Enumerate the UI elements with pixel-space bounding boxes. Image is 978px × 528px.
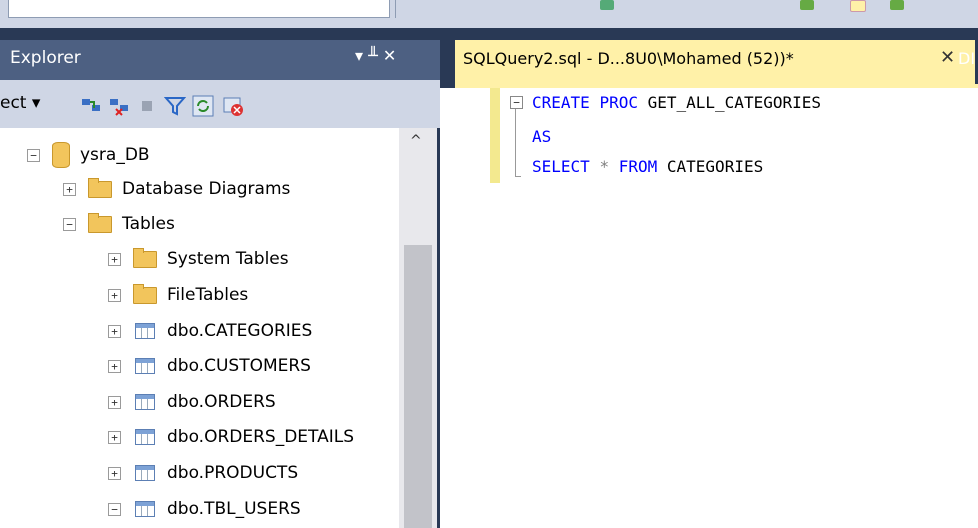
- code-line-3[interactable]: SELECT * FROM CATEGORIES: [532, 157, 763, 176]
- toolbar-icon[interactable]: [850, 0, 866, 12]
- tree-node-database[interactable]: − ysra_DB: [27, 140, 150, 170]
- expand-icon[interactable]: +: [108, 430, 121, 444]
- tree-node-label: dbo.CUSTOMERS: [167, 356, 311, 376]
- code-keyword: AS: [532, 127, 552, 146]
- tree-node-filetables[interactable]: + FileTables: [108, 280, 248, 310]
- tab-label: SQLQuery2.sql - D...8U0\Mohamed (52))*: [463, 49, 794, 68]
- toolbar-icon[interactable]: [800, 0, 814, 10]
- folder-icon: [88, 212, 112, 233]
- pane-controls-icon[interactable]: ▾ ╨ ✕: [355, 46, 396, 65]
- toolbar-separator: [395, 0, 396, 18]
- collapse-icon[interactable]: −: [27, 148, 40, 162]
- tree-node-label: ysra_DB: [80, 145, 150, 165]
- table-icon: [135, 429, 155, 445]
- code-operator: *: [599, 157, 610, 176]
- connect-dropdown[interactable]: ect ▾: [0, 93, 40, 113]
- object-explorer-tree: − ysra_DB + Database Diagrams − Tables +…: [0, 128, 437, 528]
- activity-monitor-icon[interactable]: [222, 95, 244, 117]
- table-icon: [135, 465, 155, 481]
- tree-node-label: dbo.CATEGORIES: [167, 321, 313, 341]
- expand-icon[interactable]: +: [108, 466, 121, 480]
- object-explorer-title: Explorer: [10, 48, 81, 68]
- tree-node-table-orders[interactable]: + dbo.ORDERS: [108, 387, 276, 417]
- collapse-icon[interactable]: −: [63, 217, 76, 231]
- object-explorer-toolbar: ect ▾: [0, 80, 440, 128]
- stop-icon[interactable]: [136, 95, 158, 117]
- code-identifier: CATEGORIES: [666, 157, 764, 176]
- tree-node-table-tbl-users[interactable]: − dbo.TBL_USERS: [108, 494, 301, 524]
- folder-icon: [133, 247, 157, 268]
- tree-node-system-tables[interactable]: + System Tables: [108, 244, 289, 274]
- code-keyword: PROC: [599, 93, 638, 112]
- tree-node-label: dbo.ORDERS: [167, 392, 276, 412]
- main-toolbar: [0, 0, 978, 28]
- object-explorer-title-bar: Explorer ▾ ╨ ✕: [0, 40, 440, 80]
- tab-sqlquery2[interactable]: SQLQuery2.sql - D...8U0\Mohamed (52))* ✕: [455, 40, 975, 84]
- close-icon[interactable]: ✕: [940, 47, 955, 68]
- tree-node-table-categories[interactable]: + dbo.CATEGORIES: [108, 316, 312, 346]
- table-icon: [135, 323, 155, 339]
- tree-node-label: FileTables: [167, 285, 249, 305]
- table-icon: [135, 358, 155, 374]
- tree-node-label: dbo.ORDERS_DETAILS: [167, 427, 355, 447]
- tree-node-table-customers[interactable]: + dbo.CUSTOMERS: [108, 351, 311, 381]
- change-margin: [490, 88, 500, 183]
- scroll-up-icon[interactable]: ^: [410, 133, 422, 149]
- tree-node-label: Tables: [122, 214, 175, 234]
- scrollbar-thumb[interactable]: [404, 245, 432, 528]
- database-icon: [52, 142, 70, 168]
- table-icon: [135, 501, 155, 517]
- expand-icon[interactable]: +: [108, 359, 121, 373]
- refresh-icon[interactable]: [192, 95, 214, 117]
- code-keyword: SELECT: [532, 157, 590, 176]
- toolbar-combo[interactable]: [8, 0, 390, 18]
- expand-icon[interactable]: +: [108, 252, 121, 266]
- expand-icon[interactable]: +: [108, 288, 121, 302]
- expand-icon[interactable]: +: [63, 182, 76, 196]
- code-keyword: CREATE: [532, 93, 590, 112]
- code-line-1[interactable]: CREATE PROC GET_ALL_CATEGORIES: [532, 93, 821, 112]
- toolbar-icon[interactable]: [890, 0, 904, 10]
- connect-icon[interactable]: [80, 95, 102, 117]
- code-identifier: GET_ALL_CATEGORIES: [647, 93, 821, 112]
- tree-node-tables[interactable]: − Tables: [63, 209, 175, 239]
- tree-node-label: System Tables: [167, 249, 289, 269]
- folder-icon: [88, 177, 112, 198]
- tree-node-table-products[interactable]: + dbo.PRODUCTS: [108, 458, 298, 488]
- tree-node-database-diagrams[interactable]: + Database Diagrams: [63, 174, 290, 204]
- collapse-icon[interactable]: −: [510, 96, 523, 109]
- collapse-icon[interactable]: −: [108, 502, 121, 516]
- expand-icon[interactable]: +: [108, 395, 121, 409]
- tree-node-label: dbo.TBL_USERS: [167, 499, 301, 519]
- expand-icon[interactable]: +: [108, 324, 121, 338]
- table-icon: [135, 394, 155, 410]
- code-keyword: FROM: [618, 157, 658, 176]
- filter-icon[interactable]: [164, 95, 186, 117]
- outline-bracket: [515, 109, 521, 177]
- tree-node-label: dbo.PRODUCTS: [167, 463, 299, 483]
- disconnect-icon[interactable]: [108, 95, 130, 117]
- toolbar-icon[interactable]: [600, 0, 614, 10]
- tree-node-table-orders-details[interactable]: + dbo.ORDERS_DETAILS: [108, 422, 354, 452]
- tab-label: DI: [958, 49, 976, 68]
- folder-icon: [133, 283, 157, 304]
- code-line-2[interactable]: AS: [532, 127, 551, 146]
- tree-node-label: Database Diagrams: [122, 179, 291, 199]
